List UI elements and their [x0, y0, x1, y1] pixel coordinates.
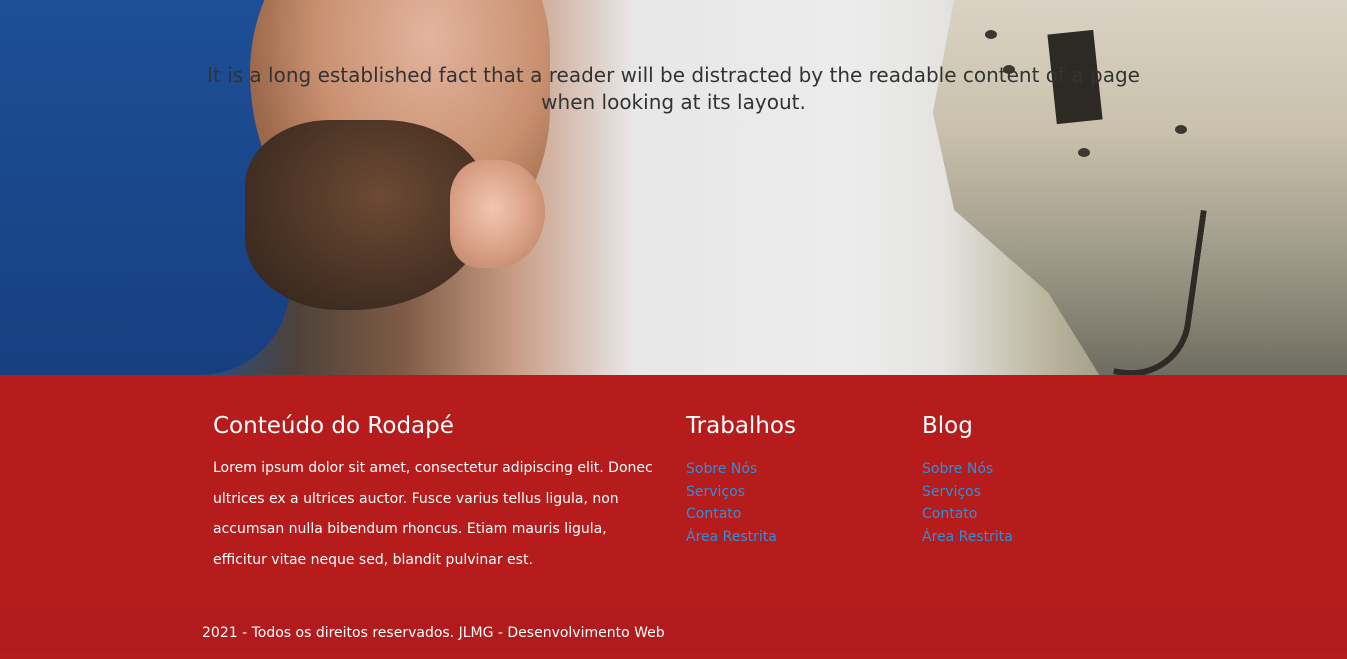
- hero-image-nose: [450, 160, 545, 268]
- footer-blog-title: Blog: [922, 413, 973, 439]
- footer-copyright: 2021 - Todos os direitos reservados. JLM…: [0, 608, 1347, 654]
- hero-image-machine-dot: [1175, 125, 1187, 134]
- footer-work-links: Sobre Nós Serviços Contato Área Restrita: [686, 458, 886, 548]
- footer-link-sobre-nos[interactable]: Sobre Nós: [686, 458, 886, 481]
- footer-work-title: Trabalhos: [686, 413, 796, 439]
- footer-link-sobre-nos[interactable]: Sobre Nós: [922, 458, 1122, 481]
- hero-image-machine-dot: [985, 30, 997, 39]
- footer-content: Conteúdo do Rodapé Lorem ipsum dolor sit…: [0, 375, 1347, 608]
- footer-blog-links: Sobre Nós Serviços Contato Área Restrita: [922, 458, 1122, 548]
- footer-link-area-restrita[interactable]: Área Restrita: [922, 526, 1122, 549]
- footer-link-contato[interactable]: Contato: [922, 503, 1122, 526]
- footer-work-column: Trabalhos Sobre Nós Serviços Contato Áre…: [686, 411, 886, 548]
- hero-image-machine-dot: [1078, 148, 1090, 157]
- footer-blog-column: Blog Sobre Nós Serviços Contato Área Res…: [922, 411, 1122, 548]
- hero-section: It is a long established fact that a rea…: [0, 0, 1347, 375]
- footer-link-contato[interactable]: Contato: [686, 503, 886, 526]
- footer-link-area-restrita[interactable]: Área Restrita: [686, 526, 886, 549]
- footer-about-column: Conteúdo do Rodapé Lorem ipsum dolor sit…: [213, 411, 663, 575]
- hero-text: It is a long established fact that a rea…: [207, 63, 1140, 114]
- footer-link-servicos[interactable]: Serviços: [922, 481, 1122, 504]
- footer-about-title: Conteúdo do Rodapé: [213, 413, 454, 439]
- footer-about-text: Lorem ipsum dolor sit amet, consectetur …: [213, 460, 653, 568]
- footer-link-servicos[interactable]: Serviços: [686, 481, 886, 504]
